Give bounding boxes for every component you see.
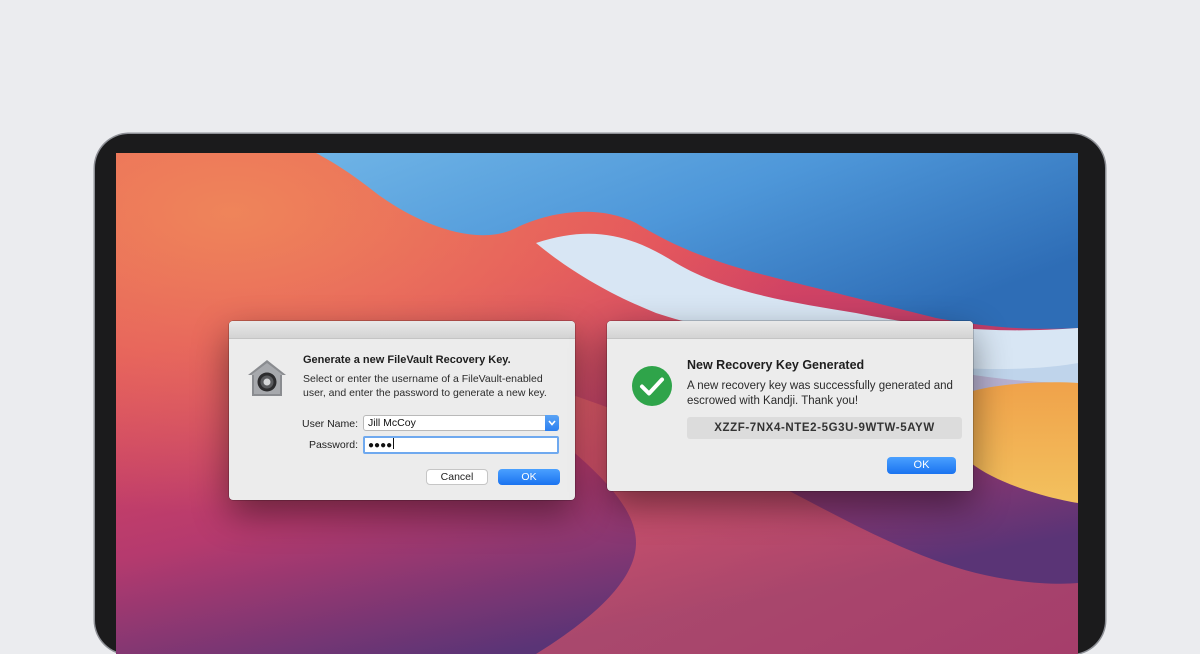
dialog-description: A new recovery key was successfully gene… — [687, 380, 953, 407]
cancel-button[interactable]: Cancel — [426, 469, 488, 485]
lock-icon — [246, 358, 288, 403]
password-dots: ●●●● — [368, 440, 393, 451]
dialog-heading: Generate a new FileVault Recovery Key. — [303, 354, 511, 366]
ok-button[interactable]: OK — [498, 469, 560, 485]
filevault-dialog: Generate a new FileVault Recovery Key. S… — [229, 321, 575, 500]
ok-button[interactable]: OK — [887, 457, 956, 474]
user-name-value: Jill McCoy — [368, 417, 416, 429]
dialog-titlebar[interactable] — [229, 321, 575, 339]
text-cursor — [393, 438, 395, 449]
dialog-titlebar[interactable] — [607, 321, 973, 339]
dialog-description: Select or enter the username of a FileVa… — [303, 373, 547, 399]
user-name-select[interactable]: Jill McCoy — [363, 415, 559, 431]
recovery-key-value: XZZF-7NX4-NTE2-5G3U-9WTW-5AYW — [687, 417, 962, 439]
laptop-frame: Generate a new FileVault Recovery Key. S… — [95, 134, 1105, 654]
chevron-down-icon[interactable] — [545, 415, 559, 431]
recovery-key-dialog: New Recovery Key Generated A new recover… — [607, 321, 973, 491]
password-field[interactable]: ●●●● — [363, 436, 559, 454]
desktop-screen: Generate a new FileVault Recovery Key. S… — [116, 153, 1078, 654]
user-name-label: User Name: — [301, 418, 358, 430]
checkmark-icon — [631, 365, 673, 412]
password-label: Password: — [308, 439, 358, 451]
dialog-heading: New Recovery Key Generated — [687, 358, 865, 372]
